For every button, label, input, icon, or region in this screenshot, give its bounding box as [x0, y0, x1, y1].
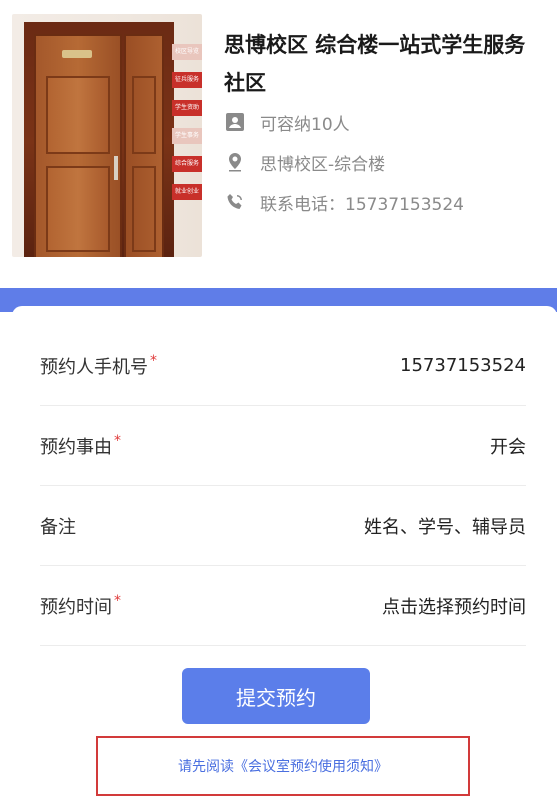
- wall-sign: 就业创业: [172, 184, 202, 200]
- door-panel: [46, 76, 110, 154]
- wall-sign: 校区导览: [172, 44, 202, 60]
- wall-signs: 校区导览 征兵服务 学生资助 学生事务 综合服务 就业创业: [172, 44, 202, 212]
- door-panel: [132, 166, 156, 252]
- notice-highlight: 请先阅读《会议室预约使用须知》: [96, 736, 470, 796]
- form-row-remark[interactable]: 备注 姓名、学号、辅导员: [40, 486, 526, 566]
- venue-card: 校区导览 征兵服务 学生资助 学生事务 综合服务 就业创业 思博校区 综合楼一站…: [0, 0, 557, 290]
- capacity-row: 可容纳10人: [224, 102, 544, 142]
- phone-icon: [224, 191, 246, 213]
- form-row-phone[interactable]: 预约人手机号 * 15737153524: [40, 326, 526, 406]
- form-label: 备注: [40, 513, 78, 539]
- booking-form: 预约人手机号 * 15737153524 预约事由 * 开会 备注 姓名、学号、辅导…: [12, 306, 557, 798]
- location-pin-icon: [224, 151, 246, 173]
- location-row: 思博校区-综合楼: [224, 142, 544, 182]
- form-row-reason[interactable]: 预约事由 * 开会: [40, 406, 526, 486]
- venue-title: 思博校区 综合楼一站式学生服务社区: [224, 33, 526, 95]
- reason-input[interactable]: 开会: [490, 433, 526, 459]
- required-mark: *: [114, 592, 121, 609]
- person-card-icon: [224, 111, 246, 133]
- door-left-image: [34, 34, 122, 257]
- wall-sign: 综合服务: [172, 156, 202, 172]
- door-handle: [114, 156, 118, 180]
- required-mark: *: [150, 352, 157, 369]
- required-mark: *: [114, 432, 121, 449]
- form-label: 预约事由 *: [40, 433, 121, 459]
- form-row-time[interactable]: 预约时间 * 点击选择预约时间: [40, 566, 526, 646]
- capacity-text: 可容纳10人: [260, 114, 350, 135]
- door-panel: [46, 166, 110, 252]
- wall-sign: 学生事务: [172, 128, 202, 144]
- form-label: 预约时间 *: [40, 593, 121, 619]
- venue-photo: 校区导览 征兵服务 学生资助 学生事务 综合服务 就业创业: [12, 14, 202, 257]
- form-label-text: 预约人手机号: [40, 356, 148, 378]
- location-text: 思博校区-综合楼: [260, 154, 386, 175]
- usage-notice-link[interactable]: 请先阅读《会议室预约使用须知》: [178, 756, 388, 776]
- time-picker[interactable]: 点击选择预约时间: [382, 593, 526, 619]
- wall-sign: 征兵服务: [172, 72, 202, 88]
- form-label: 预约人手机号 *: [40, 353, 157, 379]
- phone-row: 联系电话：15737153524: [224, 182, 544, 222]
- form-label-text: 预约事由: [40, 436, 112, 458]
- door-plate: [62, 50, 92, 58]
- phone-input[interactable]: 15737153524: [400, 355, 526, 376]
- form-label-text: 预约时间: [40, 596, 112, 618]
- form-label-text: 备注: [40, 516, 76, 538]
- door-panel: [132, 76, 156, 154]
- submit-booking-button[interactable]: 提交预约: [182, 668, 370, 724]
- door-right-image: [124, 34, 164, 257]
- phone-text: 联系电话：15737153524: [260, 194, 464, 215]
- wall-sign: 学生资助: [172, 100, 202, 116]
- remark-input[interactable]: 姓名、学号、辅导员: [364, 513, 526, 539]
- venue-info: 思博校区 综合楼一站式学生服务社区 可容纳10人 思博校区-综合楼 联系电话：1…: [224, 26, 544, 222]
